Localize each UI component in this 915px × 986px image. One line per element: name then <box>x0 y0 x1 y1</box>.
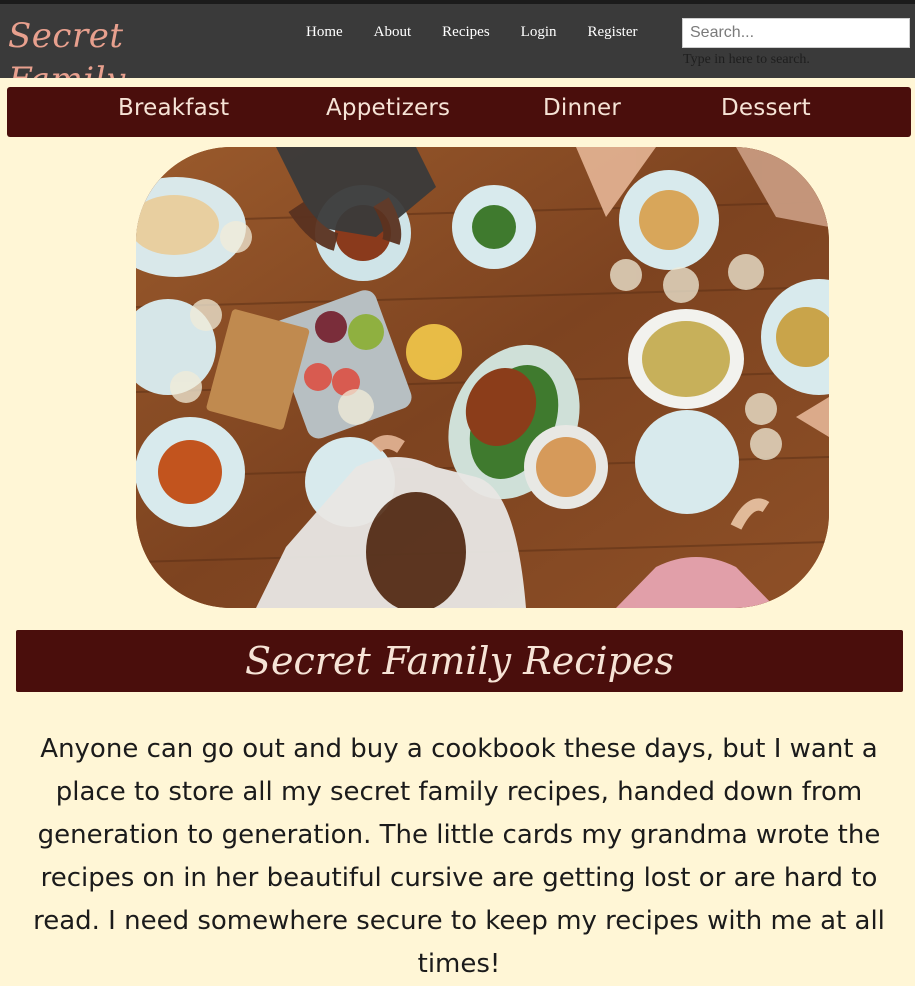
nav-about-link[interactable]: About <box>374 24 412 44</box>
site-header: Secret Family Recipes Home About Recipes… <box>0 4 915 78</box>
nav-recipes-link[interactable]: Recipes <box>442 24 489 44</box>
nav-register-link[interactable]: Register <box>588 24 638 44</box>
nav-home-link[interactable]: Home <box>306 24 343 44</box>
search-input[interactable] <box>682 18 910 48</box>
site-logo[interactable]: Secret Family Recipes <box>8 14 198 78</box>
page-title-bar: Secret Family Recipes <box>16 630 903 692</box>
category-dinner[interactable]: Dinner <box>543 95 621 121</box>
intro-paragraph: Anyone can go out and buy a cookbook the… <box>33 734 885 979</box>
category-appetizers[interactable]: Appetizers <box>326 95 450 121</box>
hero-photo-illustration <box>136 147 829 608</box>
main-nav: Home About Recipes Login Register <box>306 24 669 44</box>
page-title: Secret Family Recipes <box>245 639 674 683</box>
category-dessert[interactable]: Dessert <box>721 95 811 121</box>
nav-login-link[interactable]: Login <box>521 24 557 44</box>
category-breakfast[interactable]: Breakfast <box>118 95 229 121</box>
hero-image <box>136 147 829 608</box>
category-bar: Breakfast Appetizers Dinner Dessert <box>7 87 911 137</box>
search-hint: Type in here to search. <box>683 52 810 67</box>
